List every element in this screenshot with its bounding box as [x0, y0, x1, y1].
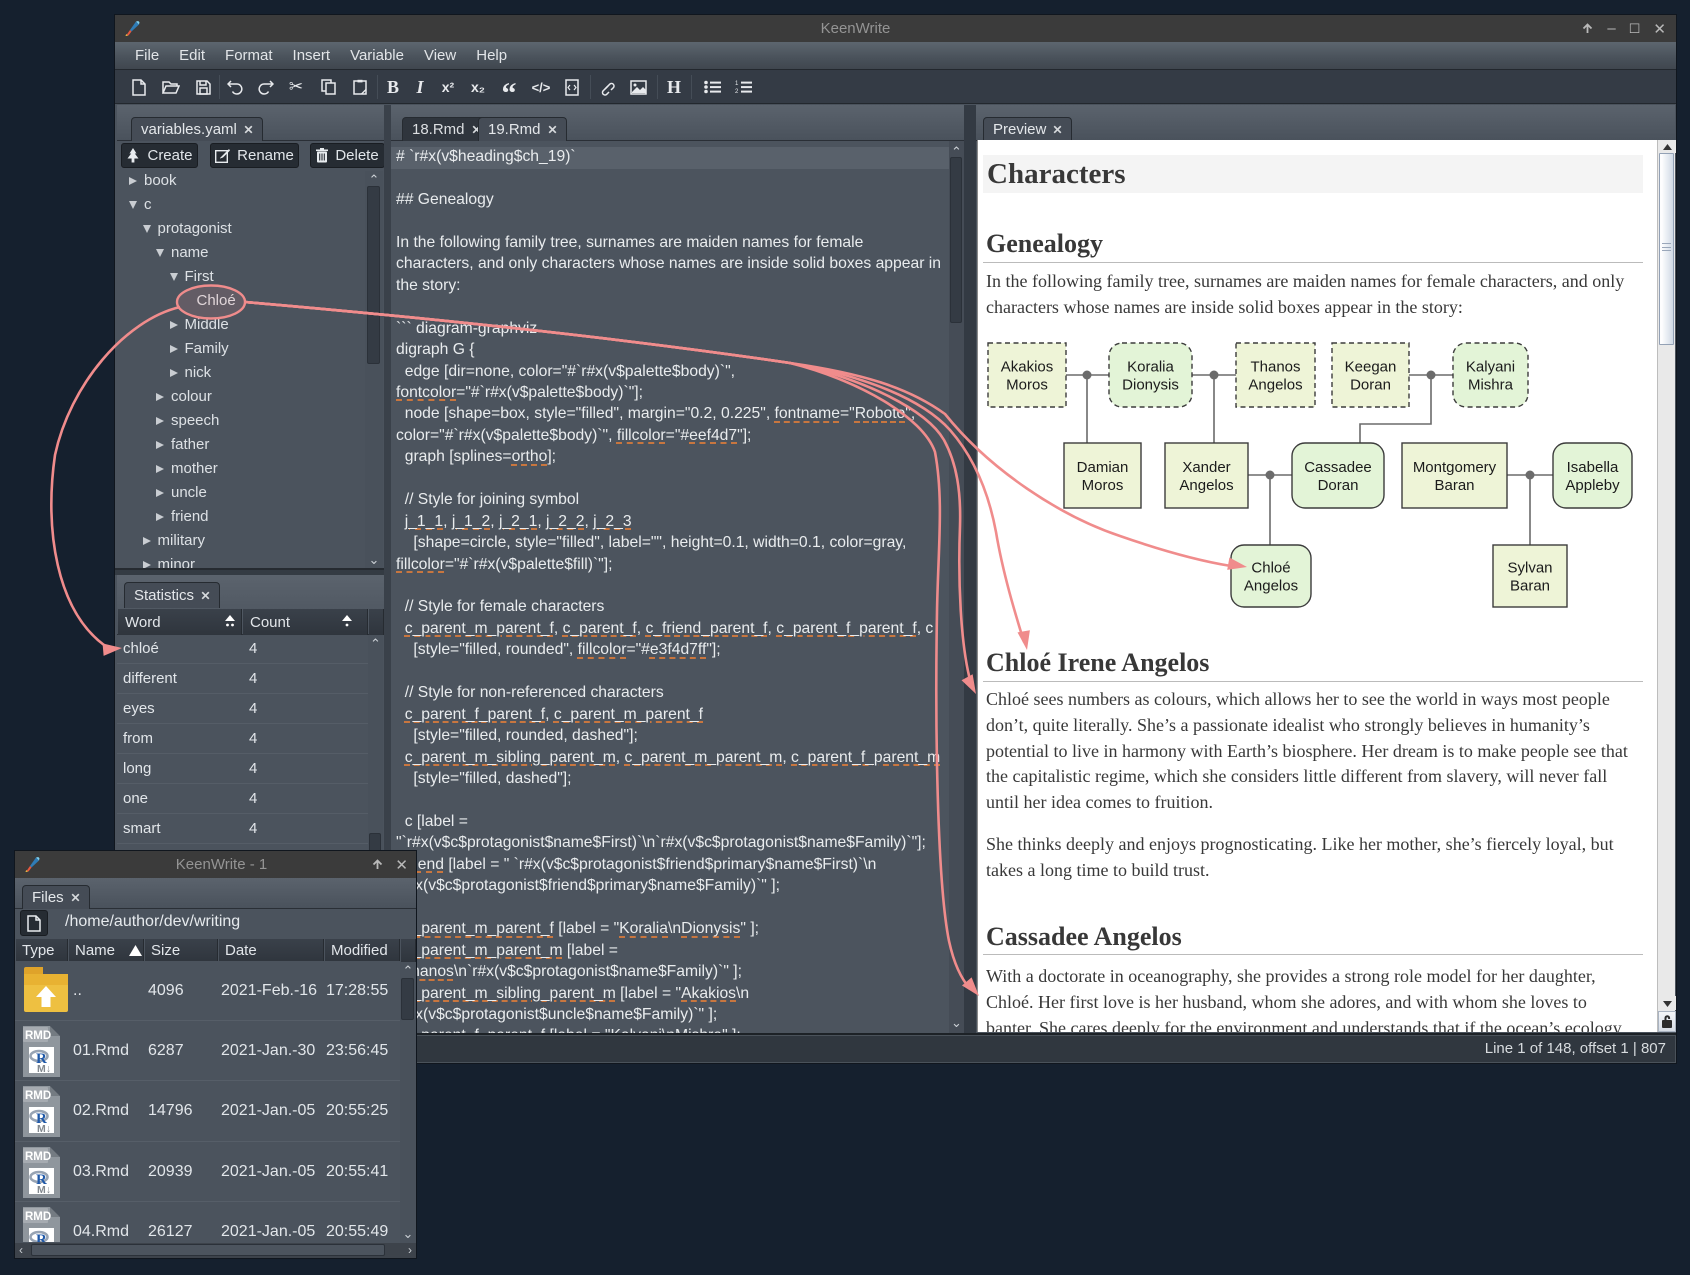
svg-text:RMD: RMD	[25, 1090, 51, 1102]
svg-text:Appleby: Appleby	[1565, 477, 1620, 494]
svg-text:Angelos: Angelos	[1248, 377, 1302, 394]
svg-text:Thanos: Thanos	[1250, 359, 1300, 376]
svg-text:RMD: RMD	[25, 1030, 51, 1042]
svg-text:Angelos: Angelos	[1244, 578, 1298, 595]
svg-text:Kalyani: Kalyani	[1466, 359, 1515, 376]
svg-text:Doran: Doran	[1350, 377, 1391, 394]
svg-text:Keegan: Keegan	[1345, 359, 1397, 376]
svg-text:M↓: M↓	[37, 1123, 51, 1135]
svg-text:Moros: Moros	[1006, 377, 1048, 394]
svg-text:Isabella: Isabella	[1567, 459, 1619, 476]
svg-text:Damian: Damian	[1077, 459, 1129, 476]
svg-text:M↓: M↓	[37, 1063, 51, 1075]
svg-text:Xander: Xander	[1182, 459, 1230, 476]
svg-text:Mishra: Mishra	[1468, 377, 1514, 394]
svg-text:Koralia: Koralia	[1127, 359, 1174, 376]
svg-text:RMD: RMD	[25, 1151, 51, 1163]
svg-text:Baran: Baran	[1434, 477, 1474, 494]
svg-text:Chloé: Chloé	[1251, 560, 1290, 577]
svg-text:Cassadee: Cassadee	[1304, 459, 1372, 476]
svg-text:Angelos: Angelos	[1179, 477, 1233, 494]
svg-text:M↓: M↓	[37, 1184, 51, 1196]
svg-text:RMD: RMD	[25, 1211, 51, 1223]
svg-text:Akakios: Akakios	[1001, 359, 1054, 376]
svg-text:Moros: Moros	[1082, 477, 1124, 494]
svg-text:Doran: Doran	[1318, 477, 1359, 494]
svg-text:R: R	[36, 1232, 47, 1242]
svg-text:Baran: Baran	[1510, 578, 1550, 595]
svg-text:2: 2	[735, 89, 739, 94]
svg-text:Dionysis: Dionysis	[1122, 377, 1179, 394]
svg-text:Montgomery: Montgomery	[1413, 459, 1497, 476]
svg-text:1: 1	[735, 81, 739, 87]
svg-text:Sylvan: Sylvan	[1507, 560, 1552, 577]
